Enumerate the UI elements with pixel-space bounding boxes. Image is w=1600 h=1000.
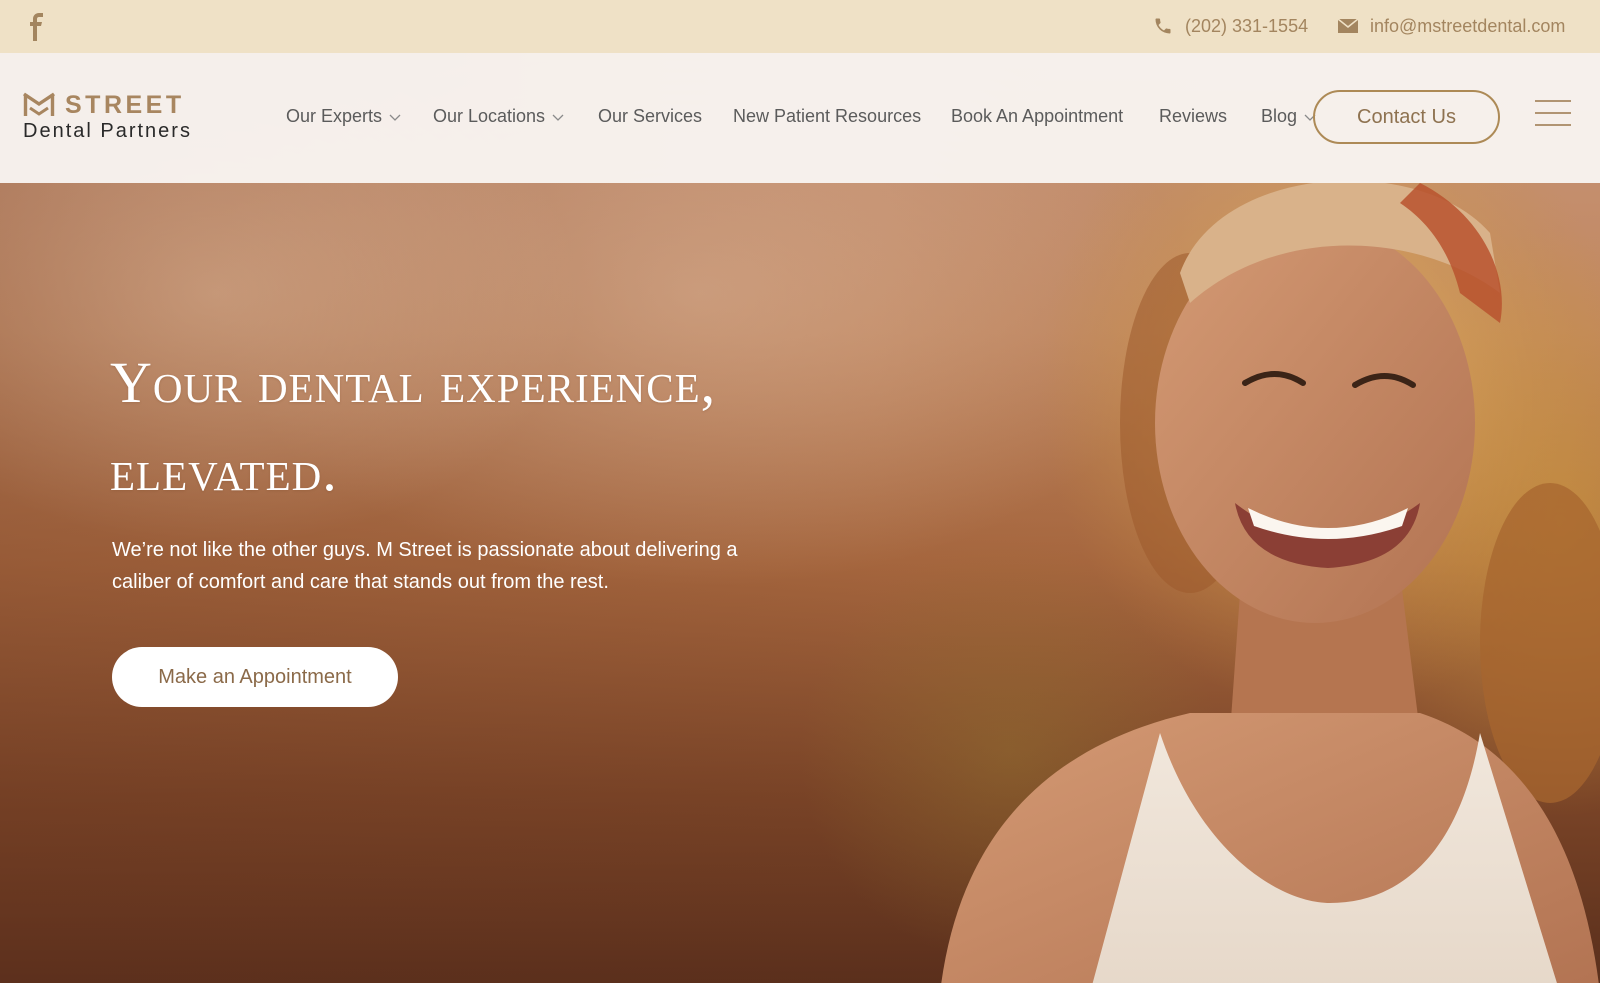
nav-label-our-locations: Our Locations [433, 106, 546, 126]
nav-item-new-patient-resources[interactable]: New Patient Resources [733, 106, 921, 127]
site-header: STREET Dental Partners Our Experts Our L… [0, 53, 1600, 183]
phone-icon [1155, 18, 1171, 34]
nav-item-reviews[interactable]: Reviews [1159, 106, 1227, 127]
email-address: info@mstreetdental.com [1370, 15, 1566, 36]
nav-item-our-services[interactable]: Our Services [598, 106, 702, 127]
nav-label-book-an-appointment: Book An Appointment [951, 106, 1124, 126]
top-bar: (202) 331-1554 info@mstreetdental.com [0, 0, 1600, 53]
nav-label-new-patient-resources: New Patient Resources [733, 106, 922, 126]
nav-item-our-locations[interactable]: Our Locations [433, 106, 564, 127]
hamburger-menu-icon[interactable] [1535, 100, 1571, 128]
nav-item-our-experts[interactable]: Our Experts [286, 106, 401, 127]
hero-headline-line-1: Your dental experience, [110, 350, 717, 415]
nav-item-blog[interactable]: Blog [1261, 106, 1316, 127]
hero-section: Your dental experience, elevated. We’re … [0, 53, 1600, 983]
hero-woman-image [941, 123, 1600, 983]
email-link[interactable]: info@mstreetdental.com [1338, 14, 1565, 38]
nav-label-our-services: Our Services [598, 106, 703, 126]
chevron-down-icon [389, 114, 401, 121]
phone-number: (202) 331-1554 [1185, 15, 1309, 36]
facebook-icon[interactable] [26, 13, 46, 41]
hero-headline-line-2: elevated. [110, 438, 338, 503]
nav-item-book-an-appointment[interactable]: Book An Appointment [951, 106, 1123, 127]
hero-headline: Your dental experience, elevated. [110, 339, 990, 515]
nav-label-blog: Blog [1261, 106, 1298, 126]
hero-subtext: We’re not like the other guys. M Street … [112, 539, 738, 593]
phone-link[interactable]: (202) 331-1554 [1153, 14, 1308, 38]
nav-label-our-experts: Our Experts [286, 106, 383, 126]
nav-label-reviews: Reviews [1159, 106, 1228, 126]
contact-us-button[interactable]: Contact Us [1313, 90, 1500, 144]
chevron-down-icon [552, 114, 564, 121]
mail-icon [1338, 18, 1358, 33]
make-appointment-button[interactable]: Make an Appointment [112, 647, 398, 707]
